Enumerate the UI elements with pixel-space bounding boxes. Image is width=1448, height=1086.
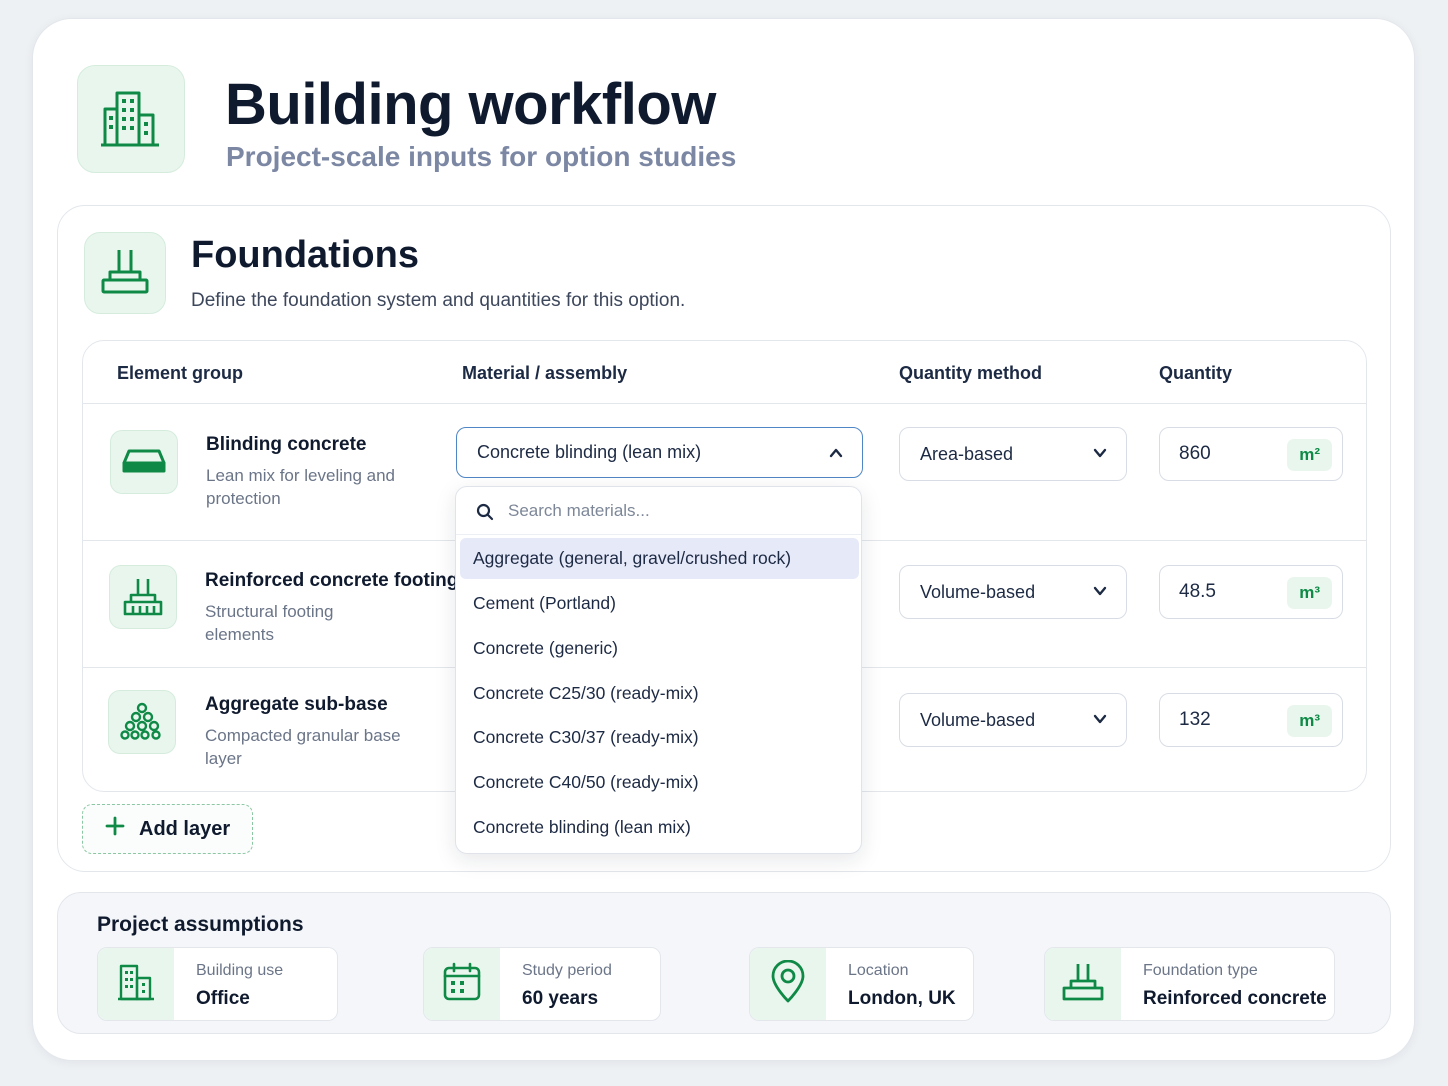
quantity-value: 132: [1179, 709, 1211, 730]
assumption-study-period: Study period 60 years: [423, 947, 661, 1021]
material-dropdown: Aggregate (general, gravel/crushed rock)…: [455, 486, 862, 854]
add-layer-label: Add layer: [139, 817, 231, 840]
quantity-value: 48.5: [1179, 581, 1216, 602]
column-header-material: Material / assembly: [462, 363, 628, 383]
assumption-value: Reinforced concrete: [1143, 988, 1327, 1009]
search-icon: [476, 503, 494, 526]
dropdown-option[interactable]: Cement (Portland): [460, 583, 859, 624]
slab-icon: [121, 447, 167, 477]
assumption-icon-tile: [1045, 948, 1121, 1020]
column-header-element-group: Element group: [117, 363, 244, 383]
foundation-icon: [1061, 961, 1105, 1008]
assumption-value: Office: [196, 988, 250, 1009]
row-icon-tile: [110, 430, 178, 494]
search-materials-input[interactable]: [508, 499, 838, 523]
page-subtitle: Project-scale inputs for option studies: [226, 141, 737, 172]
assumption-label: Study period: [522, 962, 612, 979]
chevron-down-icon: [1092, 583, 1108, 604]
column-header-quantity-method: Quantity method: [899, 363, 1042, 383]
assumption-label: Foundation type: [1143, 962, 1258, 979]
location-pin-icon: [769, 959, 807, 1009]
chevron-down-icon: [1092, 445, 1108, 466]
column-header-quantity: Quantity: [1159, 363, 1233, 383]
quantity-input[interactable]: 860 m²: [1159, 427, 1343, 481]
row-description: Compacted granular base layer: [205, 726, 401, 768]
method-select-value: Area-based: [920, 443, 1014, 464]
quantity-input[interactable]: 48.5 m³: [1159, 565, 1343, 619]
assumption-foundation-type: Foundation type Reinforced concrete: [1044, 947, 1335, 1021]
page-title: Building workflow: [225, 72, 716, 137]
assumption-value: 60 years: [522, 988, 599, 1009]
row-description: Lean mix for leveling and protection: [206, 466, 396, 508]
method-select-value: Volume-based: [920, 709, 1036, 730]
foundation-icon: [98, 246, 152, 300]
aggregate-icon: [120, 700, 164, 744]
row-icon-tile: [108, 690, 176, 754]
material-select-value: Concrete blinding (lean mix): [477, 442, 702, 462]
row-name: Blinding concrete: [206, 434, 367, 455]
row-name: Aggregate sub-base: [205, 694, 388, 715]
dropdown-search: [456, 487, 861, 535]
unit-badge: m³: [1287, 705, 1332, 737]
dropdown-option[interactable]: Concrete C25/30 (ready-mix): [460, 673, 859, 714]
method-select[interactable]: Volume-based: [899, 693, 1127, 747]
chevron-up-icon: [828, 445, 844, 466]
dropdown-option[interactable]: Concrete (generic): [460, 628, 859, 669]
unit-badge: m³: [1287, 577, 1332, 609]
chevron-down-icon: [1092, 711, 1108, 732]
method-select[interactable]: Volume-based: [899, 565, 1127, 619]
assumption-label: Building use: [196, 962, 284, 979]
footing-icon: [121, 575, 165, 619]
quantity-input[interactable]: 132 m³: [1159, 693, 1343, 747]
dropdown-option[interactable]: Concrete blinding (lean mix): [460, 807, 859, 848]
section-icon-tile: [84, 232, 166, 314]
building-icon: [117, 962, 155, 1007]
row-icon-tile: [109, 565, 177, 629]
assumption-label: Location: [848, 962, 909, 979]
method-select-value: Volume-based: [920, 581, 1036, 602]
workflow-card: Building workflow Project-scale inputs f…: [32, 18, 1415, 1061]
assumption-icon-tile: [750, 948, 826, 1020]
row-description: Structural footing elements: [205, 602, 334, 644]
assumptions-title: Project assumptions: [97, 913, 304, 936]
plus-icon: [105, 816, 125, 842]
assumption-location: Location London, UK: [749, 947, 974, 1021]
assumption-value: London, UK: [848, 988, 956, 1009]
calendar-icon: [442, 962, 482, 1007]
header-icon-tile: [77, 65, 185, 173]
method-select[interactable]: Area-based: [899, 427, 1127, 481]
dropdown-option[interactable]: Aggregate (general, gravel/crushed rock): [460, 538, 859, 579]
material-select[interactable]: Concrete blinding (lean mix): [456, 427, 863, 478]
section-title: Foundations: [191, 234, 419, 276]
assumption-icon-tile: [424, 948, 500, 1020]
building-icon: [99, 87, 163, 151]
dropdown-option[interactable]: Concrete C40/50 (ready-mix): [460, 762, 859, 803]
add-layer-button[interactable]: Add layer: [82, 804, 253, 854]
section-description: Define the foundation system and quantit…: [191, 290, 686, 311]
quantity-value: 860: [1179, 443, 1211, 464]
project-assumptions: Project assumptions Building use Office …: [57, 892, 1391, 1034]
unit-badge: m²: [1287, 439, 1332, 471]
assumption-icon-tile: [98, 948, 174, 1020]
row-name: Reinforced concrete footing: [205, 570, 459, 591]
assumption-building-use: Building use Office: [97, 947, 338, 1021]
dropdown-option[interactable]: Concrete C30/37 (ready-mix): [460, 717, 859, 758]
